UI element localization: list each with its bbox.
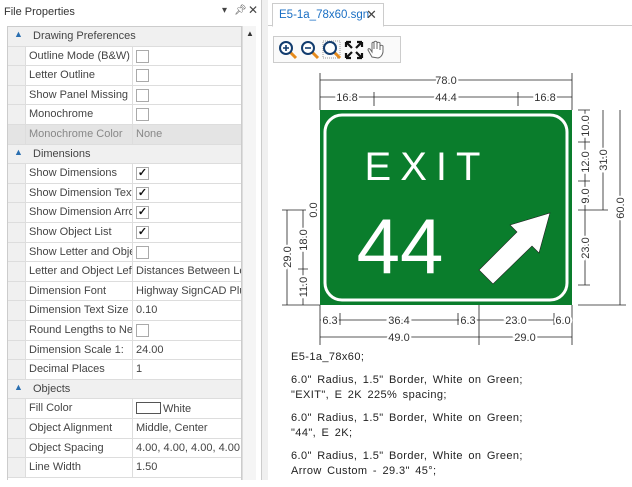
dim-l18: 18.0 [298, 229, 310, 250]
dim-width: 78.0 [435, 75, 456, 87]
dim-l0: 0.0 [308, 202, 320, 217]
object-line: 6.0" Radius, 1.5" Border, White on Green… [291, 374, 523, 386]
dim-b4: 23.0 [505, 315, 526, 327]
object-line: 6.0" Radius, 1.5" Border, White on Green… [291, 450, 523, 462]
dim-r12: 12.0 [580, 151, 592, 172]
sign-panel[interactable]: EXIT 44 [320, 110, 572, 305]
object-list-title: E5-1a_78x60; [291, 351, 365, 363]
dim-b3: 6.3 [460, 315, 475, 327]
object-line: Arrow Custom - 29.3" 45°; [291, 465, 437, 477]
dim-height: 60.0 [615, 197, 627, 218]
object-list: E5-1a_78x60; 6.0" Radius, 1.5" Border, W… [291, 350, 523, 487]
dim-right: 16.8 [534, 92, 555, 104]
object-line: 6.0" Radius, 1.5" Border, White on Green… [291, 412, 523, 424]
sign-text-number: 44 [357, 202, 444, 290]
dim-left: 16.8 [336, 92, 357, 104]
dim-l29: 29.0 [282, 246, 294, 267]
dim-b29: 29.0 [514, 332, 535, 344]
dim-center: 44.4 [435, 92, 456, 104]
object-line: "44", E 2K; [291, 427, 353, 439]
object-line: "EXIT", E 2K 225% spacing; [291, 389, 447, 401]
dim-b2: 36.4 [388, 315, 409, 327]
dim-r23: 23.0 [580, 237, 592, 258]
dim-b1: 6.3 [322, 315, 337, 327]
dim-r9: 9.0 [580, 188, 592, 203]
dim-r31: 31.0 [598, 149, 610, 170]
dim-b5: 6.0 [555, 315, 570, 327]
dim-l11: 11.0 [298, 277, 310, 298]
dim-b49: 49.0 [388, 332, 409, 344]
sign-text-exit: EXIT [365, 145, 490, 189]
dim-r10: 10.0 [580, 115, 592, 136]
